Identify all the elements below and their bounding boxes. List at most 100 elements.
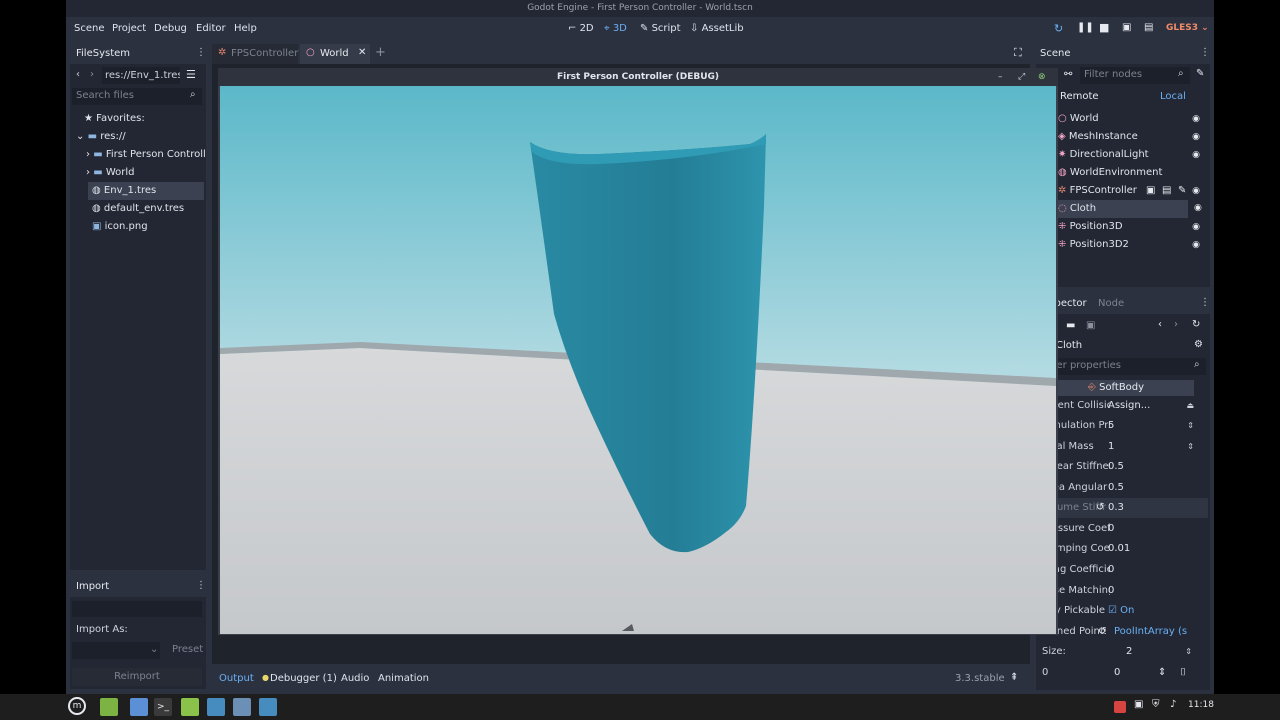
spinner-icon[interactable]: ⇕ [1158,663,1166,683]
prop-simulation-precision[interactable]: Simulation Precision5⇕ [1036,416,1208,436]
list-item[interactable]: › ▬ World [86,164,135,182]
rotate-icon[interactable]: ↻ [1054,22,1063,35]
remove-element-icon[interactable]: ⌷ [1180,663,1186,683]
reimport-button[interactable]: Reimport [72,668,202,686]
tab-fpscontroller[interactable]: ✲ FPSController [212,44,298,64]
filter-nodes-field[interactable]: Filter nodes ⌕ [1080,67,1190,84]
pin-panel-icon[interactable]: ⇞ [1010,672,1018,683]
import-target-field[interactable] [72,601,202,617]
dock-menu-icon[interactable]: ⋮ [1200,297,1210,308]
prop-linear-stiffness[interactable]: Linear Stiffness0.5 [1036,457,1208,477]
spinner-icon[interactable]: ⇕ [1187,416,1194,436]
files-icon[interactable] [181,698,199,716]
spinner-icon[interactable]: ⇕ [1187,437,1194,457]
visibility-eye-icon[interactable]: ◉ [1192,218,1200,236]
revert-icon[interactable]: ↺ [1096,498,1104,518]
history-forward-icon[interactable]: › [1174,319,1178,330]
favorites-row[interactable]: ★ Favorites: [84,110,145,128]
mint-menu-icon[interactable]: m [68,697,86,715]
filter-properties-field[interactable]: Filter properties ⌕ [1038,358,1206,375]
play-scene-icon[interactable]: ▣ [1122,22,1131,33]
link-icon[interactable]: ⚯ [1064,69,1072,80]
godot-game-icon[interactable] [259,698,277,716]
tree-node-position3d2[interactable]: ⁜ Position3D2 ◉ [1058,236,1208,254]
script-icon[interactable]: ✎ [1178,182,1186,200]
object-history-icon[interactable]: ↻ [1192,319,1200,330]
renderer-select[interactable]: GLES3 ⌄ [1166,23,1209,33]
tab-audio[interactable]: Audio [341,673,369,684]
volume-icon[interactable]: ♪ [1170,699,1176,710]
import-as-select[interactable]: ⌄ [72,642,160,659]
menu-editor[interactable]: Editor [196,23,226,34]
open-resource-icon[interactable]: ▬ [1066,320,1075,331]
terminal-icon[interactable]: >_ [154,698,172,716]
tree-node-directionallight[interactable]: ✷ DirectionalLight ◉ [1058,146,1208,164]
spinner-icon[interactable]: ⇕ [1185,642,1192,662]
play-custom-icon[interactable]: ▤ [1144,22,1153,33]
tab-import[interactable]: Import [76,581,109,592]
checkbox-checked-icon[interactable]: ☑ [1108,605,1120,616]
dock-menu-icon[interactable]: ⋮ [1200,47,1210,58]
prop-pose-matching[interactable]: Pose Matching 0 [1036,581,1208,601]
shield-icon[interactable]: ⛨ [1152,699,1160,710]
list-item[interactable]: ▣ icon.png [92,218,148,236]
dock-menu-icon[interactable]: ⋮ [196,580,206,591]
tab-debugger[interactable]: Debugger (1) [270,673,337,684]
mode-script-button[interactable]: ✎ Script [640,23,681,34]
tree-node-cloth-selected[interactable]: ◌ Cloth [1058,200,1188,218]
prop-ray-pickable[interactable]: Ray Pickable ☑ On [1036,601,1208,621]
list-item[interactable]: ◍ default_env.tres [92,200,184,218]
prop-drag-coefficient[interactable]: Drag Coefficient0 [1036,560,1208,580]
mode-assetlib-button[interactable]: ⇩ AssetLib [690,23,744,34]
prop-pinned-points[interactable]: Pinned Points ↺ PoolIntArray (s [1036,622,1208,642]
tab-filesystem[interactable]: FileSystem [76,48,130,59]
tree-node-worldenvironment[interactable]: ◍ WorldEnvironment [1058,164,1208,182]
back-arrow-icon[interactable]: ‹ [76,69,80,80]
close-window-icon[interactable]: ⊗ [1038,68,1046,86]
mode-3d-button[interactable]: ⌖ 3D [604,23,627,34]
softbody-section-header[interactable]: ⎆ SoftBody [1038,380,1194,396]
clear-icon[interactable]: ⏏ [1186,396,1194,416]
visibility-eye-icon[interactable]: ◉ [1192,182,1200,200]
tab-scene[interactable]: Scene [1040,48,1071,59]
history-back-icon[interactable]: ‹ [1158,319,1162,330]
object-settings-icon[interactable]: ⚙ [1194,339,1203,350]
menu-debug[interactable]: Debug [154,23,187,34]
godot-icon[interactable] [207,698,225,716]
tab-animation[interactable]: Animation [378,673,429,684]
save-resource-icon[interactable]: ▣ [1086,320,1095,331]
minimize-icon[interactable]: – [998,68,1003,86]
tray-icon[interactable]: ▣ [1134,699,1143,710]
tab-output[interactable]: Output [219,673,254,684]
visibility-eye-icon[interactable]: ◉ [1192,236,1200,254]
visibility-eye-icon[interactable]: ◉ [1192,128,1200,146]
split-view-icon[interactable]: ☰ [186,68,196,81]
game-viewport[interactable] [220,86,1056,634]
image-viewer-icon[interactable] [233,698,251,716]
maximize-icon[interactable]: ⤢ [1018,68,1025,86]
array-element-row[interactable]: 0 0 ⇕ ⌷ [1036,663,1208,683]
local-button[interactable]: Local [1160,91,1186,102]
prop-total-mass[interactable]: Total Mass 1 ⇕ [1036,437,1208,457]
camera-app-icon[interactable] [130,698,148,716]
prop-parent-collision[interactable]: Parent CollisionAssign...⏏ [1036,396,1208,416]
menu-project[interactable]: Project [112,23,146,34]
tab-node[interactable]: Node [1098,298,1124,309]
forward-arrow-icon[interactable]: › [90,69,94,80]
prop-area-angular-stiffness[interactable]: Area Angular Stiffness0.5 [1036,478,1208,498]
record-icon[interactable] [1114,701,1126,713]
tree-node-fpscontroller[interactable]: ✲ FPSController ▣ ▤ ✎ ◉ [1058,182,1208,200]
prop-pressure-coefficient[interactable]: Pressure Coefficient0 [1036,519,1208,539]
res-root-row[interactable]: ⌄ ▬ res:// [76,128,126,146]
tree-node-position3d[interactable]: ⁜ Position3D ◉ [1058,218,1208,236]
open-scene-icon[interactable]: ▣ [1146,182,1155,200]
script-attach-icon[interactable]: ✎ [1196,68,1204,79]
show-desktop-icon[interactable] [100,698,118,716]
pause-icon[interactable]: ❚❚ [1077,22,1094,33]
group-icon[interactable]: ▤ [1162,182,1171,200]
mode-2d-button[interactable]: ⌐ 2D [568,23,594,34]
revert-icon[interactable]: ↺ [1098,622,1106,642]
distraction-free-icon[interactable]: ⛶ [1014,46,1022,60]
list-item[interactable]: › ▬ First Person Controll [86,146,206,164]
preset-button[interactable]: Preset [172,644,203,655]
